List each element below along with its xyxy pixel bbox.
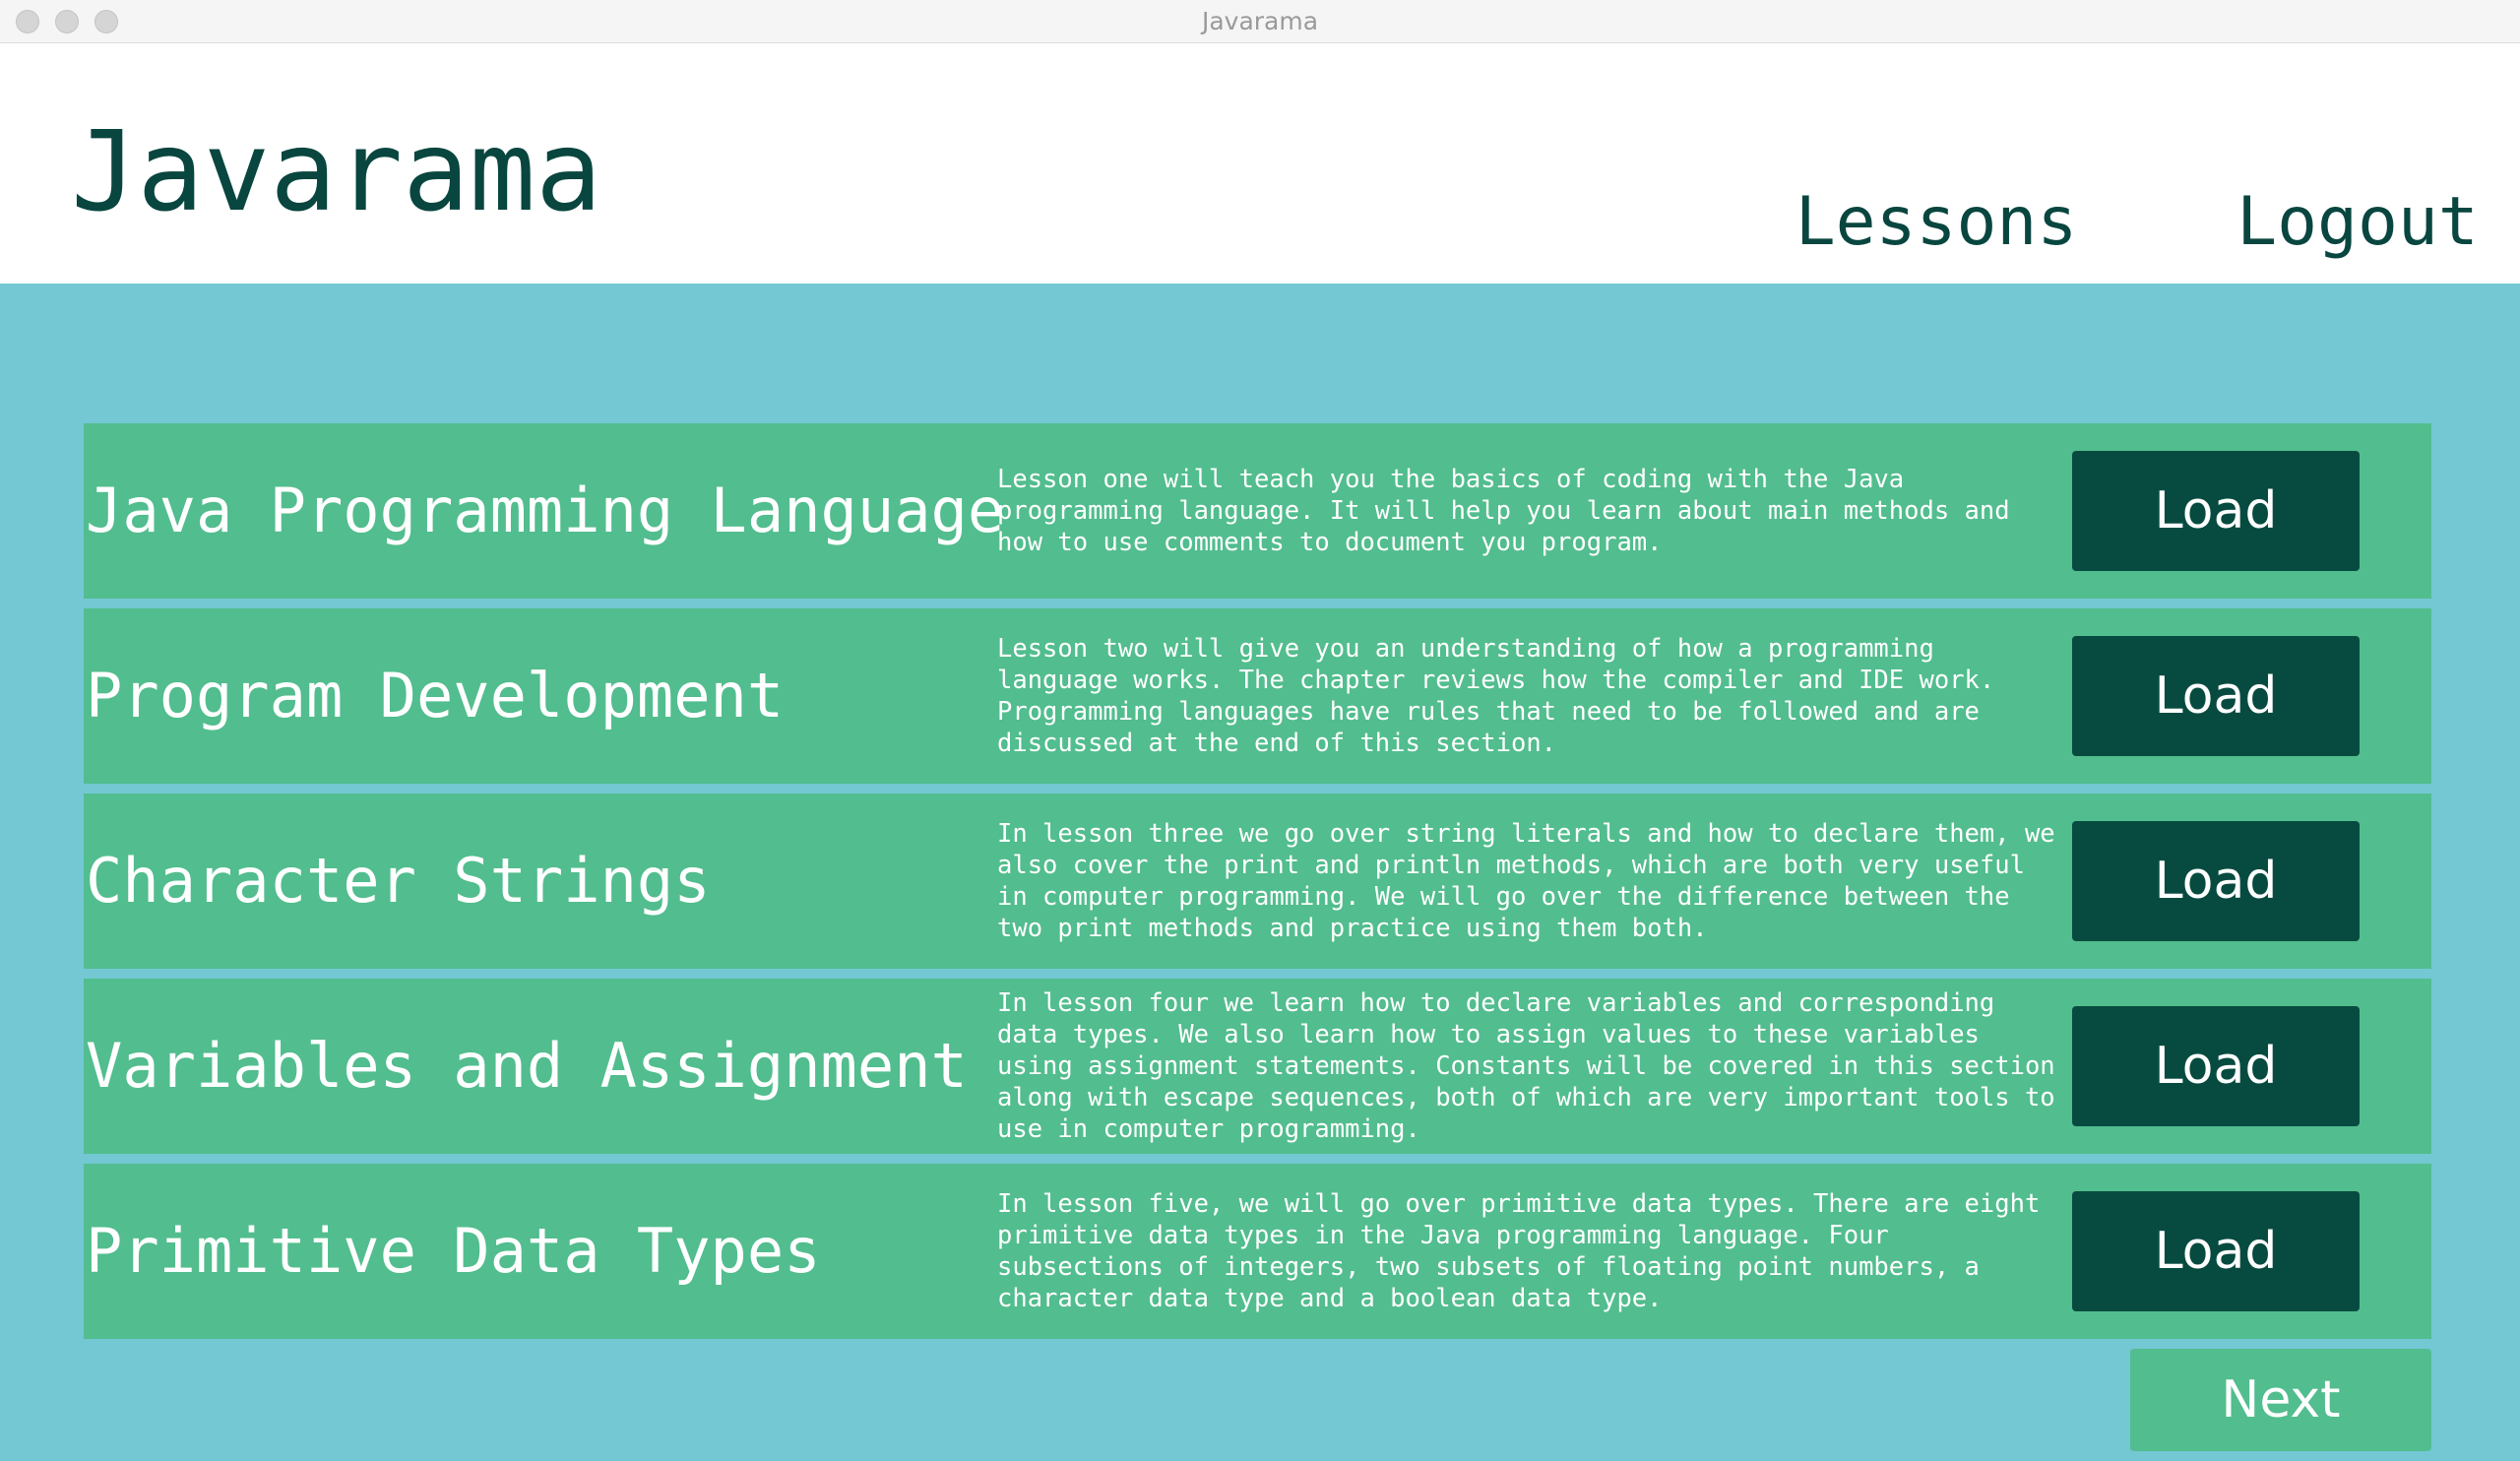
- lesson-description: Lesson one will teach you the basics of …: [997, 423, 2060, 599]
- nav-lessons[interactable]: Lessons: [1691, 163, 2181, 284]
- lesson-title: Primitive Data Types: [86, 1215, 821, 1287]
- next-button[interactable]: Next: [2130, 1349, 2431, 1451]
- load-lesson-button[interactable]: Load: [2072, 451, 2360, 571]
- lesson-description: In lesson three we go over string litera…: [997, 794, 2060, 969]
- lesson-description: In lesson five, we will go over primitiv…: [997, 1164, 2060, 1339]
- nav-lessons-label: Lessons: [1795, 183, 2078, 261]
- lesson-list: Java Programming Language Lesson one wil…: [84, 423, 2431, 1349]
- nav-logout[interactable]: Logout: [2195, 163, 2520, 284]
- lesson-title: Character Strings: [86, 845, 711, 917]
- lesson-row: Java Programming Language Lesson one wil…: [84, 423, 2431, 599]
- load-lesson-button[interactable]: Load: [2072, 821, 2360, 941]
- app-title: Javarama: [71, 108, 602, 236]
- lesson-title: Variables and Assignment: [86, 1030, 968, 1102]
- lesson-description-text: In lesson five, we will go over primitiv…: [997, 1189, 2041, 1313]
- lesson-description: Lesson two will give you an understandin…: [997, 608, 2060, 784]
- lesson-title: Java Programming Language: [86, 475, 1005, 546]
- window-title: Javarama: [1201, 7, 1319, 35]
- window-titlebar: Javarama: [0, 0, 2520, 43]
- lesson-row: Program Development Lesson two will give…: [84, 608, 2431, 784]
- load-lesson-button[interactable]: Load: [2072, 1006, 2360, 1126]
- lesson-description-text: Lesson two will give you an understandin…: [997, 634, 1995, 758]
- lesson-row: Variables and Assignment In lesson four …: [84, 979, 2431, 1154]
- lesson-description-text: In lesson four we learn how to declare v…: [997, 988, 2055, 1144]
- lesson-title: Program Development: [86, 660, 785, 731]
- lesson-description: In lesson four we learn how to declare v…: [997, 979, 2060, 1154]
- app-header: Javarama Lessons Logout: [0, 43, 2520, 284]
- load-lesson-button[interactable]: Load: [2072, 1191, 2360, 1311]
- lesson-row: Primitive Data Types In lesson five, we …: [84, 1164, 2431, 1339]
- lesson-row: Character Strings In lesson three we go …: [84, 794, 2431, 969]
- nav-logout-label: Logout: [2236, 183, 2479, 261]
- lesson-description-text: In lesson three we go over string litera…: [997, 819, 2055, 943]
- lesson-description-text: Lesson one will teach you the basics of …: [997, 465, 2010, 557]
- load-lesson-button[interactable]: Load: [2072, 636, 2360, 756]
